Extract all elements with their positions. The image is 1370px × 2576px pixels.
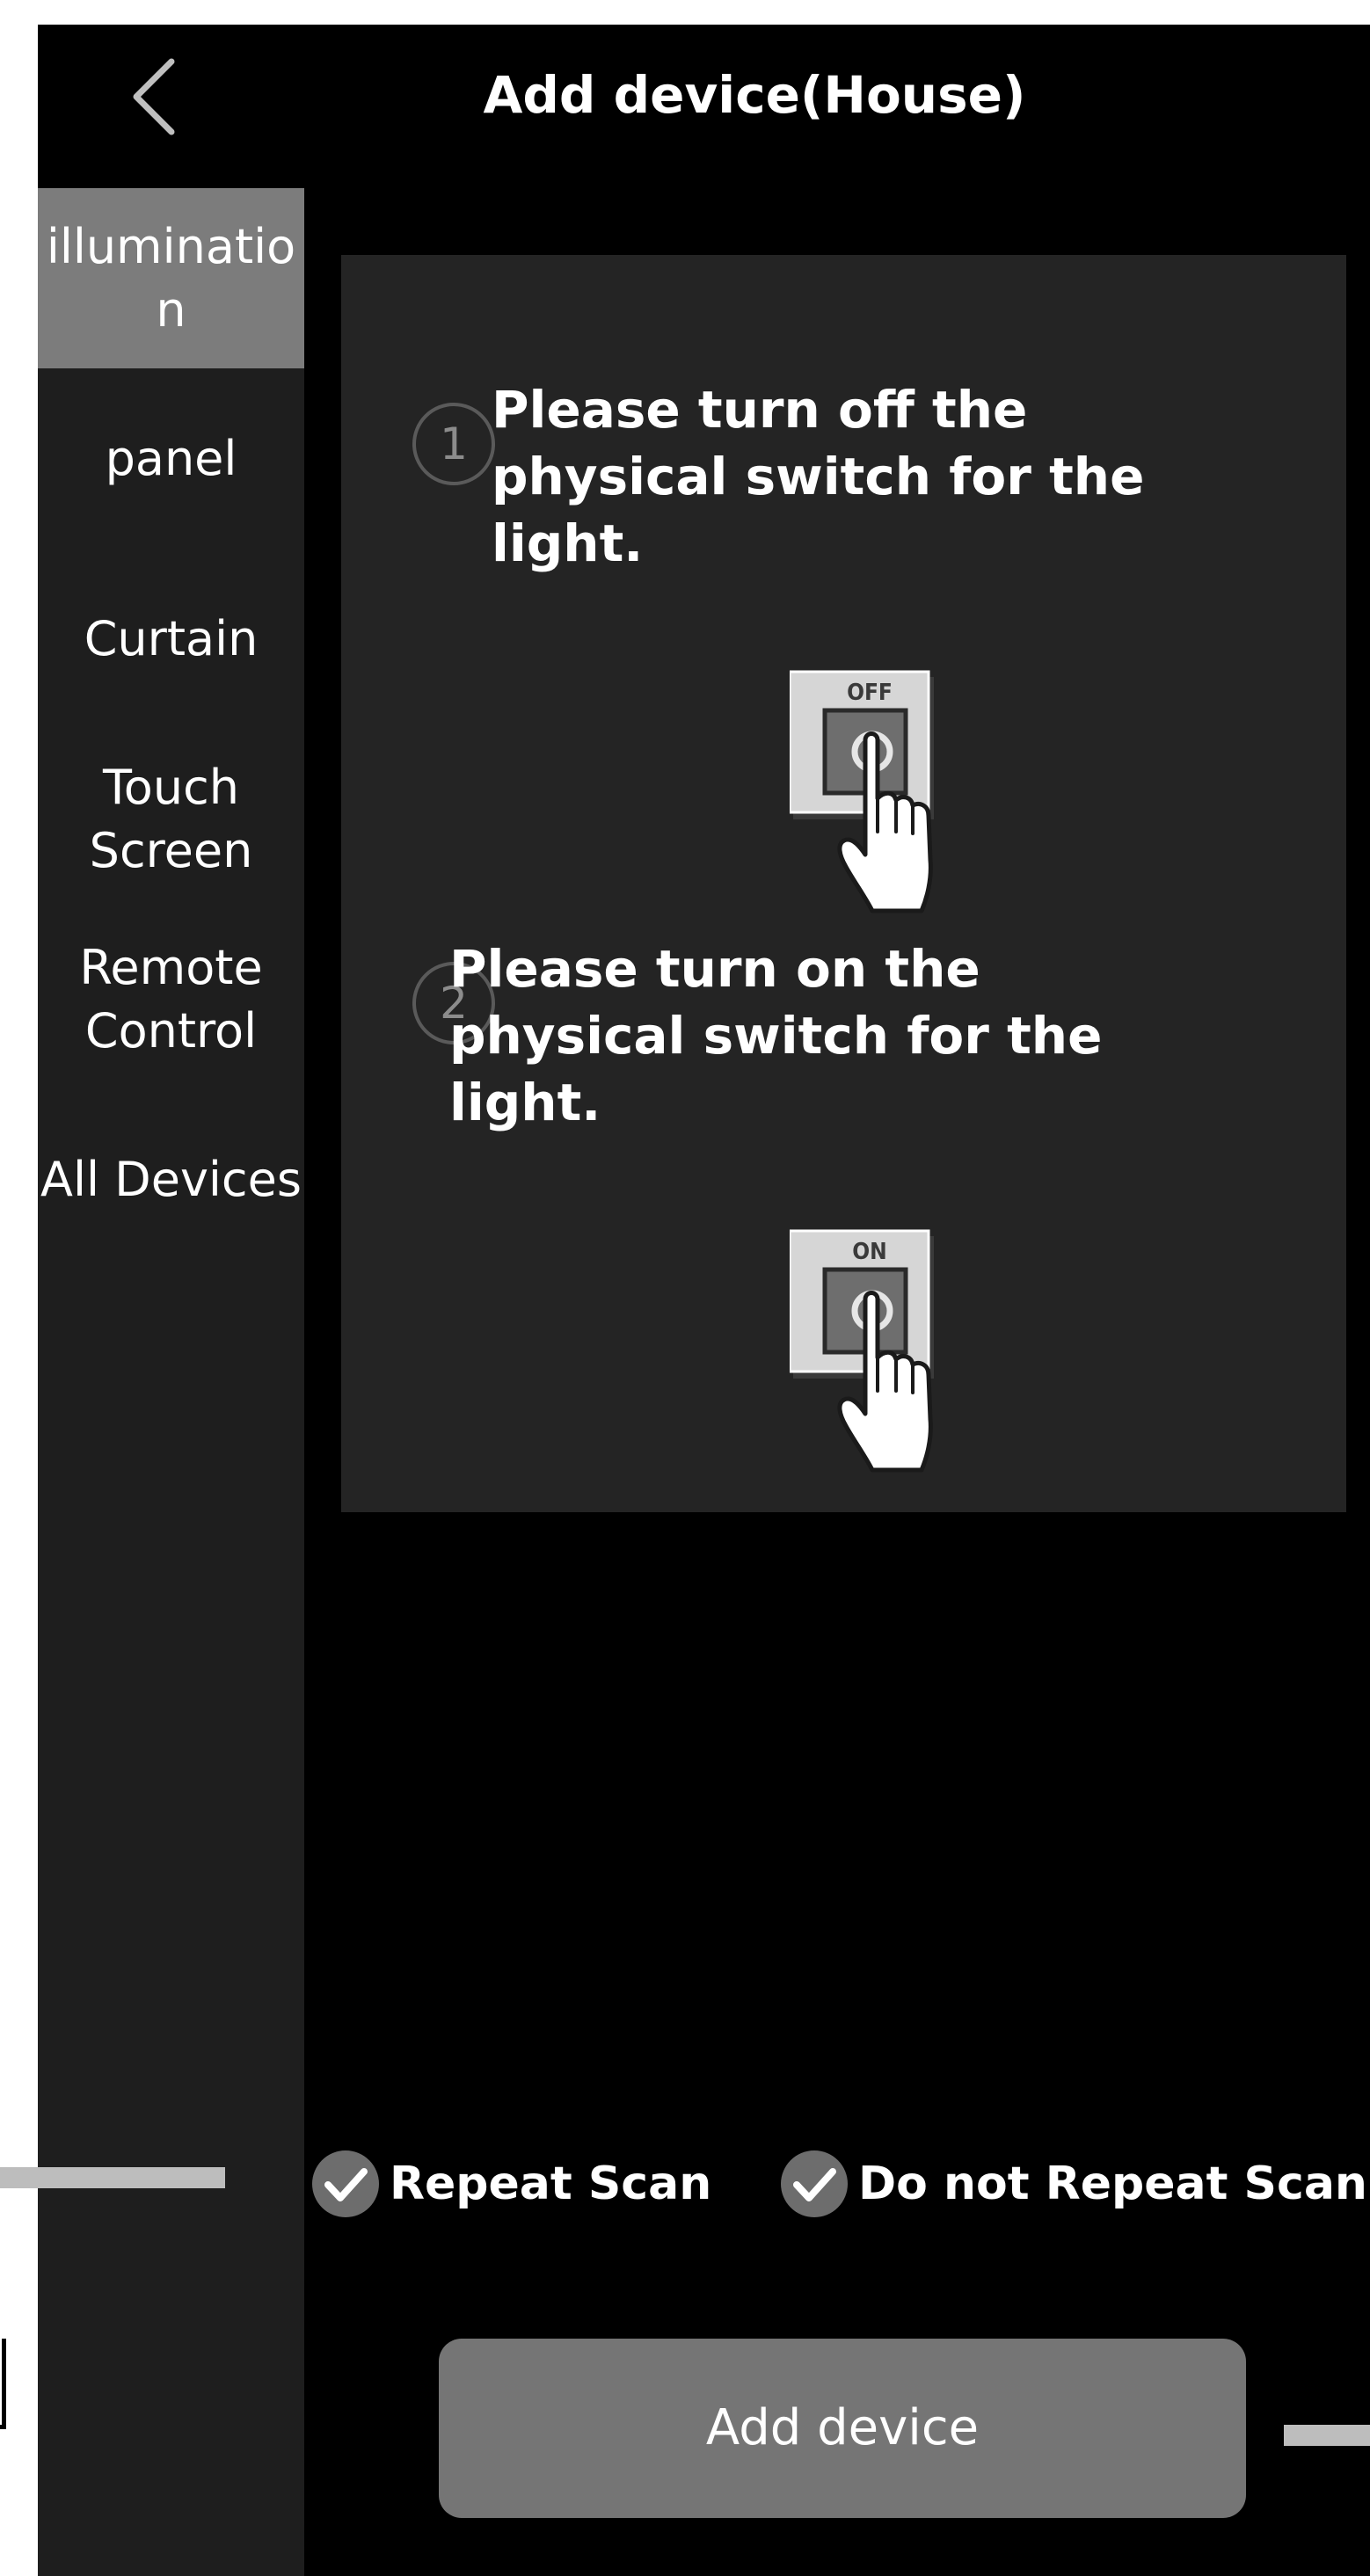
switch-off-label: OFF: [847, 680, 893, 706]
sidebar-item-curtain[interactable]: Curtain: [38, 549, 304, 729]
edge-marker-bar: [1284, 2425, 1370, 2446]
edge-marker-bar: [0, 2167, 225, 2188]
step-2-text: Please turn on the physical switch for t…: [449, 939, 1103, 1132]
step-1-number: 1: [412, 403, 495, 485]
sidebar-item-remote-control[interactable]: Remote Control: [38, 909, 304, 1089]
sidebar-item-panel[interactable]: panel: [38, 368, 304, 549]
do-not-repeat-scan-label: Do not Repeat Scan: [858, 2158, 1367, 2210]
sidebar-item-label: panel: [105, 430, 237, 486]
step-1-text: Please turn off the physical switch for …: [492, 380, 1145, 573]
edge-bracket-mark: [0, 2339, 6, 2429]
check-circle-icon: [312, 2150, 379, 2217]
do-not-repeat-scan-option[interactable]: Do not Repeat Scan: [779, 2147, 1367, 2221]
repeat-scan-label: Repeat Scan: [390, 2158, 712, 2210]
sidebar-item-label: Remote Control: [79, 939, 263, 1059]
repeat-scan-option[interactable]: Repeat Scan: [310, 2147, 711, 2221]
app-screen: Add device(House) illuminatio n panel Cu…: [38, 25, 1370, 2576]
switch-off-hand-icon: OFF: [790, 670, 934, 913]
switch-on-label: ON: [852, 1239, 886, 1265]
chevron-left-icon: [133, 58, 175, 135]
sidebar-item-label: Touch Screen: [89, 759, 253, 878]
category-sidebar: illuminatio n panel Curtain Touch Screen: [38, 188, 304, 2576]
add-device-button[interactable]: Add device: [439, 2339, 1246, 2518]
screenshot-page: Add device(House) illuminatio n panel Cu…: [0, 0, 1370, 2576]
back-button[interactable]: [117, 44, 196, 149]
check-circle-icon: [781, 2150, 848, 2217]
instruction-card: 1 Please turn off the physical switch fo…: [341, 255, 1346, 1512]
sidebar-item-label: Curtain: [84, 610, 259, 666]
sidebar-item-label: illuminatio n: [46, 218, 296, 338]
switch-on-hand-icon: ON: [790, 1229, 934, 1473]
sidebar-item-touch-screen[interactable]: Touch Screen: [38, 729, 304, 909]
sidebar-item-illumination[interactable]: illuminatio n: [38, 188, 304, 368]
page-title: Add device(House): [483, 65, 1026, 125]
sidebar-item-label: All Devices: [40, 1151, 302, 1207]
sidebar-item-all-devices[interactable]: All Devices: [38, 1089, 304, 1270]
